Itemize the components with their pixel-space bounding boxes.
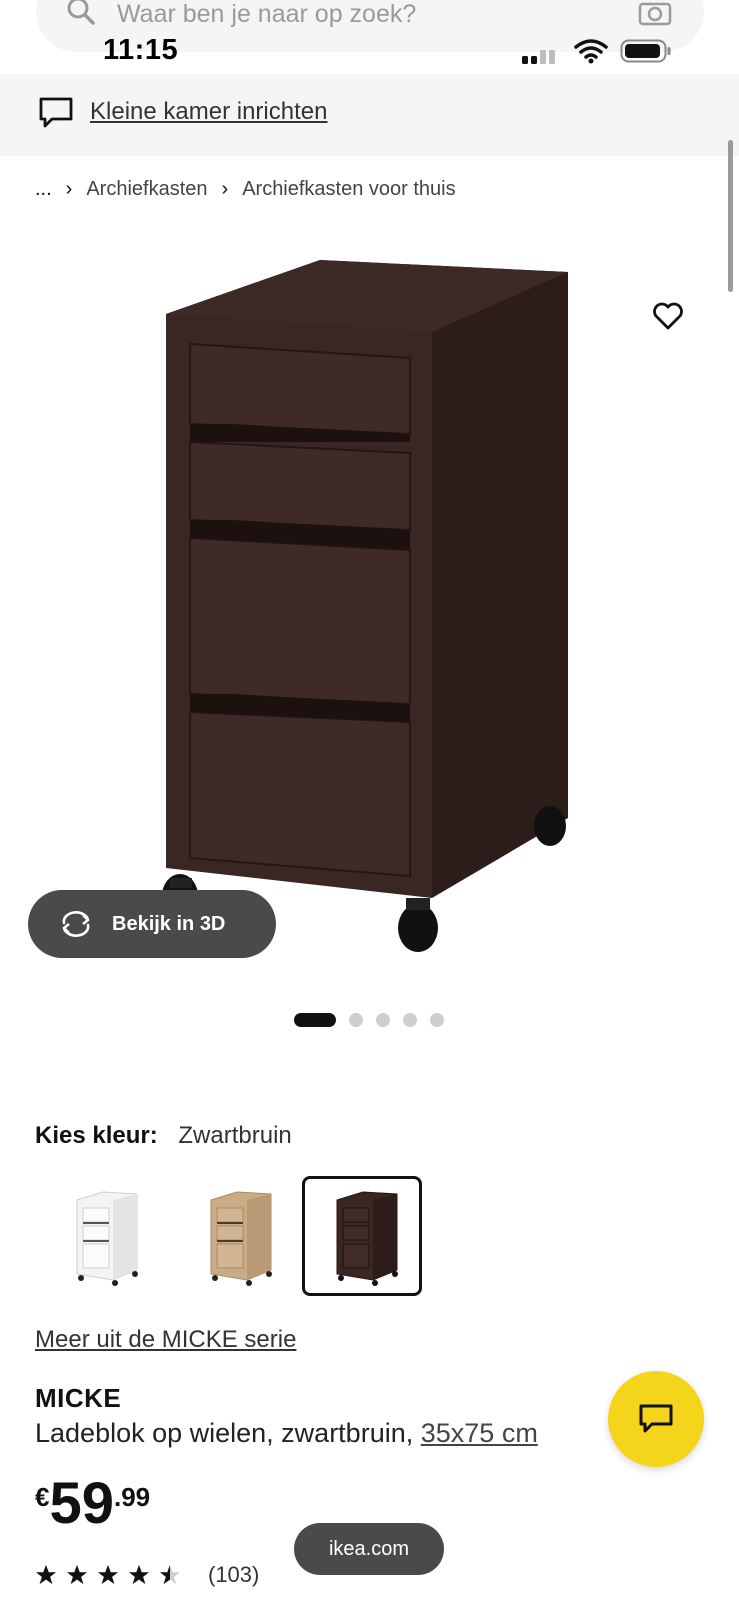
color-swatch-white[interactable]: [42, 1176, 162, 1296]
search-input[interactable]: Waar ben je naar op zoek?: [117, 0, 416, 28]
favorite-button[interactable]: [646, 294, 690, 338]
star-full-icon: [97, 1564, 119, 1585]
promo-banner: Kleine kamer inrichten: [0, 74, 739, 156]
breadcrumb-item[interactable]: Archiefkasten voor thuis: [242, 178, 455, 201]
url-pill[interactable]: ikea.com: [294, 1523, 444, 1575]
color-swatch-black-brown[interactable]: [302, 1176, 422, 1296]
oak-drawer-thumbnail: [210, 1191, 272, 1286]
product-rating[interactable]: (103): [35, 1562, 259, 1588]
rotate-3d-icon: [62, 911, 90, 937]
breadcrumb: ... › Archiefkasten › Archiefkasten voor…: [35, 178, 456, 201]
speech-bubble-icon: [39, 97, 73, 128]
carousel-dot[interactable]: [349, 1013, 363, 1027]
size-link[interactable]: 35x75 cm: [421, 1418, 538, 1448]
white-drawer-thumbnail: [76, 1191, 138, 1286]
price-cents: .99: [113, 1482, 151, 1512]
scrollbar[interactable]: [728, 140, 733, 292]
chat-button[interactable]: [608, 1371, 704, 1467]
black-brown-drawer-thumbnail: [336, 1191, 398, 1286]
star-full-icon: [66, 1564, 88, 1585]
chevron-right-icon: ›: [65, 178, 73, 200]
selected-color: Zwartbruin: [178, 1122, 292, 1149]
heart-icon: [653, 302, 683, 330]
product-description-text: Ladeblok op wielen, zwartbruin,: [35, 1418, 414, 1448]
carousel-dot[interactable]: [294, 1013, 336, 1027]
cellular-signal-icon: [522, 50, 555, 64]
battery-icon: [620, 39, 671, 63]
carousel-dot[interactable]: [403, 1013, 417, 1027]
series-link[interactable]: Meer uit de MICKE serie: [35, 1326, 296, 1354]
price-currency: €: [35, 1482, 50, 1512]
star-full-icon: [35, 1564, 57, 1585]
product-price: € 59 .99: [35, 1474, 150, 1534]
product-description: Ladeblok op wielen, zwartbruin, 35x75 cm: [35, 1418, 538, 1449]
price-whole: 59: [49, 1471, 114, 1536]
star-half-icon: [159, 1564, 181, 1585]
wifi-icon: [574, 39, 608, 64]
color-label: Kies kleur:: [35, 1122, 158, 1149]
review-count: (103): [208, 1562, 260, 1587]
carousel-dot[interactable]: [376, 1013, 390, 1027]
chevron-right-icon: ›: [221, 178, 229, 200]
camera-icon[interactable]: [638, 0, 672, 26]
product-image[interactable]: [140, 248, 600, 988]
search-icon: [67, 0, 95, 25]
view-3d-label: Bekijk in 3D: [112, 912, 226, 935]
carousel-dot[interactable]: [430, 1013, 444, 1027]
breadcrumb-ellipsis[interactable]: ...: [35, 178, 52, 201]
view-3d-button[interactable]: Bekijk in 3D: [28, 890, 276, 958]
carousel-indicator: [294, 1013, 457, 1027]
banner-link[interactable]: Kleine kamer inrichten: [90, 98, 327, 126]
breadcrumb-item[interactable]: Archiefkasten: [86, 178, 207, 201]
top-bar: Waar ben je naar op zoek? 11:15: [0, 0, 739, 74]
color-swatch-oak[interactable]: [176, 1176, 296, 1296]
star-full-icon: [128, 1564, 150, 1585]
product-name: MICKE: [35, 1383, 122, 1413]
color-picker-label: Kies kleur: Zwartbruin: [35, 1122, 292, 1150]
status-time: 11:15: [103, 34, 179, 66]
chat-icon: [639, 1404, 673, 1433]
